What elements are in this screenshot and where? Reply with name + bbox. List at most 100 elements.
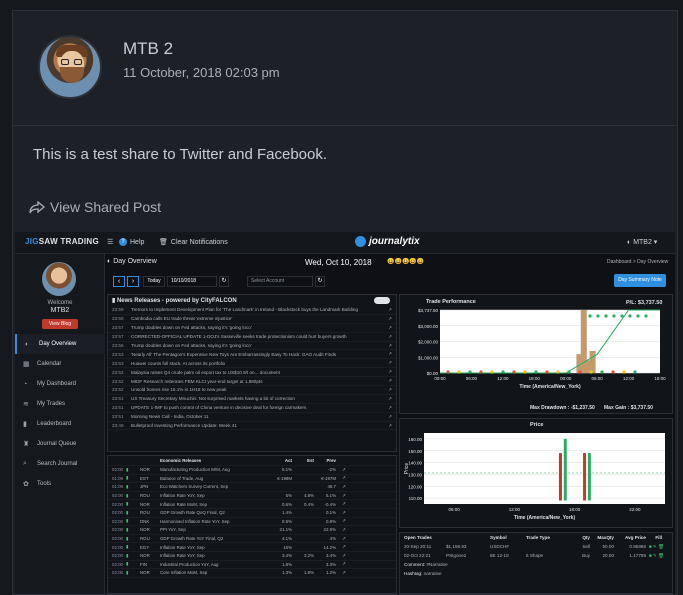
sidebar-item[interactable]: ◐ Day Overview: [15, 334, 105, 354]
nav-icon: ≋: [23, 401, 29, 408]
econ-time: 01:09: [112, 484, 123, 490]
econ-event: Industrial Production YoY, Aug: [160, 561, 219, 567]
external-link-icon[interactable]: ↗: [342, 553, 346, 559]
trade-row[interactable]: 02-Oct 22:21 PSIgone2 6E 12-18 6 Shape Buy 20…: [400, 551, 672, 560]
econ-row[interactable]: 02:00 ▮ DNK Harmonised Inflation Rate YoY, …: [108, 518, 396, 527]
external-link-icon[interactable]: ↗: [388, 387, 392, 393]
refresh-icon[interactable]: ↻: [315, 276, 325, 287]
econ-time: 02:00: [112, 527, 123, 533]
external-link-icon[interactable]: ↗: [388, 316, 392, 322]
external-link-icon[interactable]: ↗: [388, 369, 392, 375]
news-row[interactable]: 23:51 UPDATE 1-IMF to push control of Chi…: [108, 404, 396, 413]
trade-actions-icon[interactable]: ■ ✎ 🗑: [649, 553, 664, 559]
econ-row[interactable]: 02:00 ▮ NOR PPI YoY, Sep 21.1% 22.9% ↗: [108, 526, 396, 535]
news-row[interactable]: 23:53 'Nearly All' The Pentagon's Expensi…: [108, 350, 396, 360]
external-link-icon[interactable]: ↗: [388, 423, 392, 429]
external-link-icon[interactable]: ↗: [342, 475, 346, 481]
sidebar-item[interactable]: ▦ Calendar: [15, 354, 105, 374]
external-link-icon[interactable]: ↗: [388, 325, 392, 331]
external-link-icon[interactable]: ↗: [342, 467, 346, 473]
trade-cell: USDCHF: [490, 544, 510, 549]
external-link-icon[interactable]: ↗: [388, 351, 392, 357]
external-link-icon[interactable]: ↗: [342, 510, 346, 516]
y-tick-label: 110.00: [409, 496, 423, 501]
sidebar-item[interactable]: ✿ Tools: [15, 474, 105, 494]
account-select[interactable]: Select Account: [247, 276, 313, 287]
trade-actions-icon[interactable]: ■ ✎ 🗑: [649, 544, 664, 550]
view-blog-button[interactable]: View Blog: [42, 319, 78, 329]
external-link-icon[interactable]: ↗: [342, 493, 346, 499]
news-row[interactable]: 23:52 MIDF Research reiterates FBM KLCI y…: [108, 377, 396, 387]
external-link-icon[interactable]: ↗: [388, 360, 392, 366]
candle: [583, 453, 587, 501]
sidebar-item-label: Tools: [37, 481, 52, 487]
news-row[interactable]: 23:51 Morning News Call - India, October …: [108, 413, 396, 422]
trade-row[interactable]: 20-Sep 20:11 $1,156.93 USDCHF Sell 50.00 0.95…: [400, 542, 672, 551]
help-button[interactable]: ? Help: [119, 238, 144, 246]
sidebar-item[interactable]: ♜ Journal Queue: [15, 434, 105, 454]
news-row[interactable]: 23:49 Bulletproof Investing Performance U…: [108, 422, 396, 431]
breadcrumb[interactable]: Dashboard > Day Overview: [607, 259, 668, 265]
news-row[interactable]: 23:56 Trump doubles down on Fed attacks, …: [108, 342, 396, 351]
sidebar-item[interactable]: ◔ My Dashboard: [15, 374, 105, 394]
news-row[interactable]: 23:51 US Treasury Secretary Mnuchin: Not …: [108, 395, 396, 404]
external-link-icon[interactable]: ↗: [342, 501, 346, 507]
news-row[interactable]: 23:57 CORRECTED-OFFICIAL UPDATE 1-DOJ's S…: [108, 333, 396, 342]
sidebar-item[interactable]: ⌕ Search Journal: [15, 454, 105, 474]
external-link-icon[interactable]: ↗: [388, 343, 392, 349]
sidebar-item[interactable]: ▮ Leaderboard: [15, 414, 105, 434]
econ-row[interactable]: 02:00 ▮ NOR Manufacturing Production M/M, A…: [108, 466, 396, 475]
external-link-icon[interactable]: ↗: [342, 484, 346, 490]
news-row[interactable]: 23:52 Malaysia raises Q4 crude palm oil e…: [108, 368, 396, 378]
external-link-icon[interactable]: ↗: [388, 378, 392, 384]
econ-row[interactable]: 01:09 ▮ EST Balance of Trade, Aug €-199M €-19…: [108, 475, 396, 484]
external-link-icon[interactable]: ↗: [388, 396, 392, 402]
x-tick-label: 18:00: [529, 376, 541, 381]
day-summary-button[interactable]: Day Summary Note: [614, 274, 666, 287]
external-link-icon[interactable]: ↗: [388, 334, 392, 340]
sidebar-item[interactable]: ≋ My Trades: [15, 394, 105, 414]
econ-row[interactable]: 02:00 ▮ EGY Inflation Rate YoY, Sep 16% 14.2%…: [108, 543, 396, 552]
emoji-rating[interactable]: 😀😀😀😀😀: [387, 258, 424, 265]
date-input[interactable]: 10/10/2018: [167, 276, 217, 287]
news-row[interactable]: 23:59 Tremors to Implement Development Pl…: [108, 306, 396, 315]
y-tick-label: 150.00: [408, 449, 422, 454]
econ-row[interactable]: 02:00 ▮ NOR Core Inflation MoM, Sep 1.3% 1.8%…: [108, 569, 396, 578]
trades-col-qty: Qty: [582, 535, 590, 540]
bull-icon: ▮: [126, 535, 129, 541]
external-link-icon[interactable]: ↗: [342, 518, 346, 524]
econ-previous: 46.7: [327, 484, 336, 490]
external-link-icon[interactable]: ↗: [342, 527, 346, 533]
refresh-icon[interactable]: ↻: [219, 276, 229, 287]
external-link-icon[interactable]: ↗: [388, 307, 392, 313]
econ-row[interactable]: 02:00 ▮ ROU GDP Growth Rate YoY Final, Q2 4.…: [108, 535, 396, 544]
econ-time: 02:00: [112, 493, 123, 499]
external-link-icon[interactable]: ↗: [342, 570, 346, 576]
next-day-button[interactable]: ›: [127, 276, 139, 287]
econ-row[interactable]: 02:00 ▮ NOR Inflation Rate YoY, Sep 3.4% 3.2%…: [108, 552, 396, 561]
nav-icon: ✿: [23, 481, 29, 488]
external-link-icon[interactable]: ↗: [388, 405, 392, 411]
external-link-icon[interactable]: ↗: [342, 544, 346, 550]
clear-notifications-button[interactable]: 🗑 Clear Notifications: [159, 238, 228, 247]
econ-row[interactable]: 01:09 ▮ JPN Eco Watchers Survey Current, Se…: [108, 483, 396, 492]
news-row[interactable]: 23:53 Huawei counts full stack, AI across…: [108, 359, 396, 369]
news-row[interactable]: 23:59 Cambodia calls EU trade threat 'ext…: [108, 315, 396, 324]
author-name[interactable]: MTB 2: [123, 39, 173, 59]
today-button[interactable]: Today: [143, 276, 165, 287]
news-row[interactable]: 23:52 Unsold homes rise 16.1% in 1H18 to …: [108, 386, 396, 395]
external-link-icon[interactable]: ↗: [342, 536, 346, 542]
econ-row[interactable]: 02:00 ▮ ROU Inflation Rate YoY, Sep 5% 4.8% 5.…: [108, 492, 396, 501]
external-link-icon[interactable]: ↗: [342, 561, 346, 567]
news-row[interactable]: 23:57 Trump doubles down on Fed attacks, …: [108, 324, 396, 333]
user-menu[interactable]: ◐ MTB2 ▾: [627, 238, 657, 246]
view-shared-post-link[interactable]: View Shared Post: [29, 199, 161, 215]
prev-day-button[interactable]: ‹: [113, 276, 125, 287]
econ-row[interactable]: 02:00 ▮ ROU GDP Growth Rate QoQ Final, Q2 1.…: [108, 509, 396, 518]
menu-icon[interactable]: ☰: [107, 238, 113, 246]
avatar[interactable]: [38, 35, 102, 99]
econ-row[interactable]: 02:00 ▮ FIN Industrial Production YoY, Aug 1…: [108, 561, 396, 570]
external-link-icon[interactable]: ↗: [388, 414, 392, 420]
econ-row[interactable]: 02:00 ▮ NOR Inflation Rate MoM, Sep 0.6% 0.4%…: [108, 500, 396, 509]
news-toggle[interactable]: [374, 297, 390, 304]
